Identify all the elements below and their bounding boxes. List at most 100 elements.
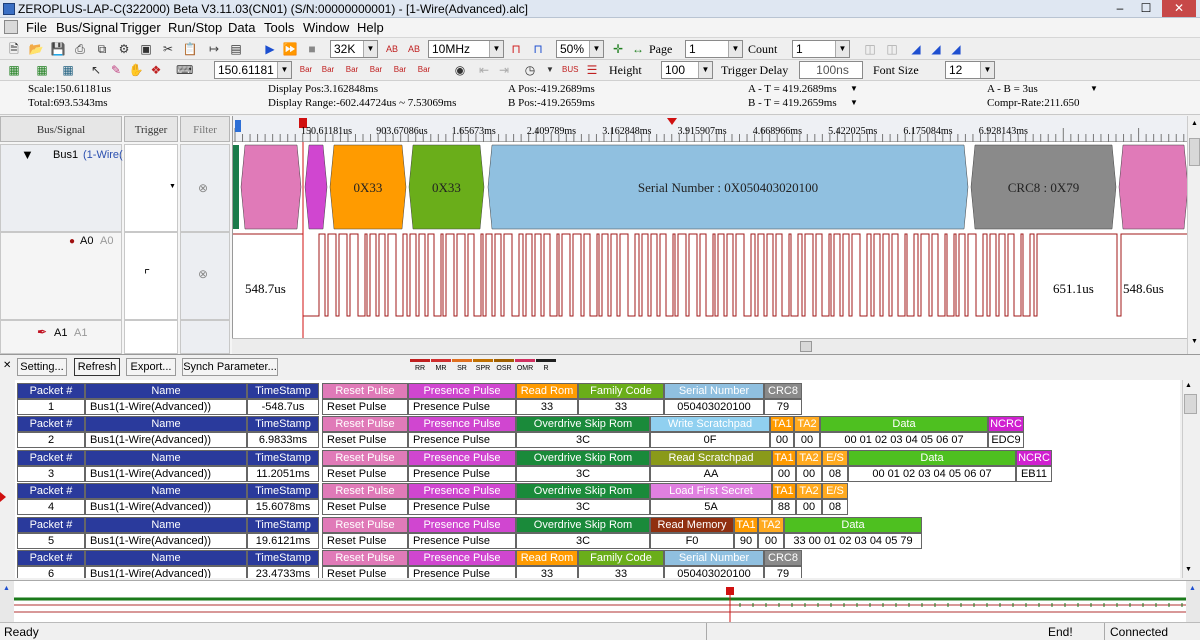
bar-f-icon[interactable]: Bar (416, 62, 432, 78)
menu-run-stop[interactable]: Run/Stop (168, 20, 222, 35)
packet-value-cell[interactable]: 08 (822, 499, 848, 516)
font-size-select[interactable]: 12 ▼ (945, 61, 995, 79)
legend-item-rr[interactable]: RR (410, 359, 430, 375)
packet-value-cell[interactable]: 00 (772, 465, 796, 482)
packet-value-cell[interactable]: 3 (17, 465, 85, 482)
packet-value-cell[interactable]: 00 01 02 03 04 05 06 07 (820, 432, 988, 449)
collapse-arrow-icon[interactable]: ▼ (21, 147, 34, 162)
a1-trigger-cell[interactable] (124, 320, 178, 354)
packet-value-cell[interactable]: 33 (516, 566, 578, 578)
bar-a-icon[interactable]: Bar (298, 62, 314, 78)
search-prev-icon[interactable]: ⇤ (476, 62, 492, 78)
packet-value-cell[interactable]: Presence Pulse (408, 399, 516, 415)
packet-value-cell[interactable]: 33 (578, 399, 664, 415)
packet-value-cell[interactable]: 5A (650, 499, 772, 516)
bus-signal-header[interactable]: Bus/Signal (0, 116, 122, 142)
menu-bus-signal[interactable]: Bus/Signal (56, 20, 118, 35)
run-repeat-icon[interactable]: ⏩ (282, 41, 298, 57)
packet-value-cell[interactable]: 15.6078ms (247, 499, 319, 516)
scroll-up-icon[interactable]: ▲ (1189, 120, 1200, 134)
a0-filter-cell[interactable]: ⊗ (180, 232, 230, 320)
legend-item-osr[interactable]: OSR (494, 359, 514, 375)
menu-window[interactable]: Window (303, 20, 349, 35)
legend-item-spr[interactable]: SPR (473, 359, 493, 375)
signal-row-bus1[interactable]: ▼ Bus1 (1-Wire(A (0, 144, 123, 232)
horizontal-scroll-thumb[interactable] (800, 341, 812, 352)
packet-value-cell[interactable]: 00 01 02 03 04 05 06 07 (848, 465, 1016, 482)
packet-value-cell[interactable]: Bus1(1-Wire(Advanced)) (85, 532, 247, 549)
packet-value-cell[interactable]: Presence Pulse (408, 566, 516, 578)
packet-value-cell[interactable]: F0 (650, 532, 734, 549)
filter-header[interactable]: Filter (180, 116, 230, 142)
table-icon[interactable]: ▦ (34, 62, 50, 78)
count-select[interactable]: 1 ▼ (792, 40, 850, 58)
packet-value-cell[interactable]: Bus1(1-Wire(Advanced)) (85, 566, 247, 578)
open-folder-icon[interactable]: 📂 (28, 41, 44, 57)
bus-decode-block[interactable] (1118, 144, 1188, 230)
cursor-b-marker[interactable] (235, 120, 241, 132)
table-vertical-scrollbar[interactable]: ▲ ▼ (1182, 380, 1198, 578)
overview-right-icon[interactable]: ▲ (1189, 585, 1196, 592)
screenshot-icon[interactable]: ▣ (138, 41, 154, 57)
packet-value-cell[interactable]: 90 (734, 532, 758, 549)
refresh-button[interactable]: Refresh (74, 358, 120, 376)
packet-value-cell[interactable]: 79 (764, 399, 802, 415)
height-select[interactable]: 100 ▼ (661, 61, 713, 79)
vertical-scroll-thumb[interactable] (1189, 138, 1200, 166)
doc-icon[interactable] (4, 20, 18, 34)
packet-value-cell[interactable]: 11.2051ms (247, 465, 319, 482)
packet-value-cell[interactable]: Presence Pulse (408, 432, 516, 449)
bus-signal-icon[interactable]: ☰ (584, 62, 600, 78)
channel-a-icon[interactable]: AB (384, 41, 400, 57)
compare2-icon[interactable]: ◫ (884, 41, 900, 57)
cut-icon[interactable]: ✂ (160, 41, 176, 57)
measure-icon[interactable]: ❖ (148, 62, 164, 78)
run-icon[interactable]: ▶ (262, 41, 278, 57)
synch-parameter-button[interactable]: Synch Parameter... (182, 358, 278, 376)
packet-value-cell[interactable]: Bus1(1-Wire(Advanced)) (85, 465, 247, 482)
new-file-icon[interactable]: 🗎 (6, 41, 22, 57)
packet-value-cell[interactable]: 33 (516, 399, 578, 415)
marker-icon[interactable]: ✎ (108, 62, 124, 78)
save-icon[interactable]: 💾 (50, 41, 66, 57)
a1-filter-cell[interactable] (180, 320, 230, 354)
bar-b-icon[interactable]: Bar (320, 62, 336, 78)
channel-b-icon[interactable]: AB (406, 41, 422, 57)
chevron-down-icon[interactable]: ▼ (850, 98, 858, 107)
packet-value-cell[interactable]: 19.6121ms (247, 532, 319, 549)
close-button[interactable]: ✕ (1162, 0, 1196, 17)
bus1-trigger-cell[interactable]: ▼ (124, 144, 178, 232)
signal-row-a1[interactable]: ✒ A1 A1 (0, 320, 122, 354)
close-pane-icon[interactable]: ✕ (3, 360, 11, 371)
menu-tools[interactable]: Tools (264, 20, 294, 35)
packet-value-cell[interactable]: 3C (516, 499, 650, 516)
zoom-select[interactable]: 50% ▼ (556, 40, 604, 58)
packet-value-cell[interactable]: 1 (17, 399, 85, 415)
search-next-icon[interactable]: ⇥ (496, 62, 512, 78)
packet-value-cell[interactable]: 88 (772, 499, 796, 516)
cursor-a-icon[interactable]: ◢ (908, 41, 924, 57)
scroll-down-icon[interactable]: ▼ (1185, 566, 1192, 573)
packet-value-cell[interactable]: 3C (516, 465, 650, 482)
packet-value-cell[interactable]: 00 (794, 432, 820, 449)
export-icon[interactable]: ↦ (206, 41, 222, 57)
overview-strip[interactable]: ▲ ▲ (0, 580, 1200, 623)
packet-value-cell[interactable]: -548.7us (247, 399, 319, 415)
bus-decode-block[interactable] (240, 144, 302, 230)
table-scroll-thumb[interactable] (1184, 394, 1197, 414)
bus1-filter-cell[interactable]: ⊗ (180, 144, 230, 232)
chart-icon[interactable]: ▦ (60, 62, 76, 78)
waveform-horizontal-scrollbar[interactable] (232, 338, 1187, 354)
paste-icon[interactable]: 📋 (182, 41, 198, 57)
pointer-icon[interactable]: ↖ (88, 62, 104, 78)
binoculars-icon[interactable]: ◉ (452, 62, 468, 78)
packet-value-cell[interactable]: Reset Pulse (322, 566, 408, 578)
waveform-icon[interactable]: ⊓ (508, 41, 524, 57)
packet-value-cell[interactable]: Reset Pulse (322, 465, 408, 482)
stop-icon[interactable]: ■ (304, 41, 320, 57)
overview-left-icon[interactable]: ▲ (3, 585, 10, 592)
bar-c-icon[interactable]: Bar (344, 62, 360, 78)
trigger-delay-input[interactable]: 100ns (799, 61, 863, 79)
packet-value-cell[interactable]: AA (650, 465, 772, 482)
signal-row-a0[interactable]: ● A0 A0 (0, 232, 122, 320)
